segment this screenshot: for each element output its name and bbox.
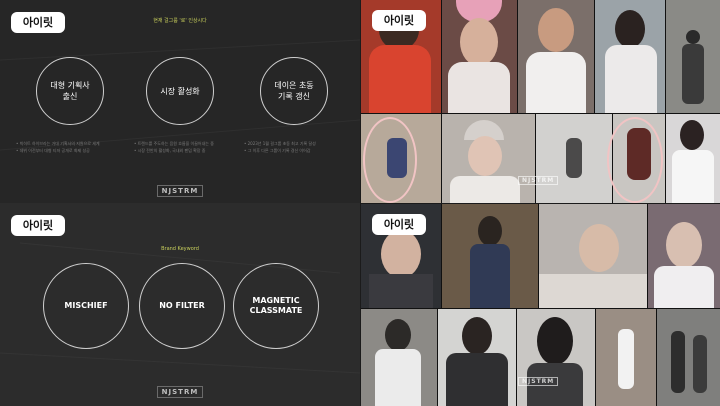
brand-logo: 아이릿 — [11, 215, 65, 236]
photo-jersey-88 — [361, 309, 437, 406]
keyword-mischief: MISCHIEF — [43, 263, 129, 349]
brand-logo: 아이릿 — [372, 10, 426, 31]
photo-portrait-right — [648, 204, 720, 308]
photo-collage-top: 아이릿 NJSTRM — [361, 0, 720, 203]
keyword-magnetic-classmate: MAGNETIC CLASSMATE — [233, 263, 319, 349]
slide-header: 현재 걸그룹 '로' 인상시다 — [153, 18, 207, 24]
notes-record: • 2023년 1월 걸그룹 초동 최고 기록 달성 • 그 이후 다른 그룹이 … — [244, 141, 316, 153]
circle-item-record: 데이은 초동 기록 갱신 — [260, 57, 328, 125]
circle-item-market: 시장 활성화 — [146, 57, 214, 125]
notes-market: • 트렌드를 주도하는 음원 흐름을 이끌어내는 중 • 시장 전반의 활성화, … — [134, 141, 214, 153]
watermark: NJSTRM — [518, 377, 559, 386]
photo-mirror-selfie — [442, 204, 538, 308]
watermark: NJSTRM — [0, 379, 360, 398]
highlight-circle-right — [607, 117, 663, 203]
photo-street-group — [657, 309, 720, 406]
slide-intro: 아이릿 현재 걸그룹 '로' 인상시다 대형 기획사 출신 시장 활성화 데이은… — [0, 0, 360, 203]
photo-white-tee — [518, 0, 594, 113]
watermark: NJSTRM — [0, 178, 360, 197]
photo-street-walk — [666, 0, 720, 113]
photo-white-shirt — [666, 114, 720, 203]
photo-blazer — [438, 309, 516, 406]
notes-agency: • 빅히트 하이브라는 거대 기획사의 지원으로 세계 • 데뷔 이전부터 대형 … — [16, 141, 100, 153]
photo-street-white — [596, 309, 656, 406]
photo-jersey — [595, 0, 665, 113]
photo-pink-cap — [442, 0, 517, 113]
keyword-no-filter: NO FILTER — [139, 263, 225, 349]
photo-room-sitting — [536, 114, 612, 203]
highlight-circle-left — [363, 117, 417, 203]
photo-collage-bottom: 아이릿 NJSTRM — [361, 204, 720, 406]
slide-brand-keyword: 아이릿 Brand Keyword MISCHIEF NO FILTER MAG… — [0, 203, 360, 406]
watermark: NJSTRM — [518, 176, 559, 185]
brand-logo: 아이릿 — [372, 214, 426, 235]
photo-dark-hair — [517, 309, 595, 406]
slide-header: Brand Keyword — [161, 246, 199, 252]
photo-grey-cap — [442, 114, 535, 203]
circle-item-agency: 대형 기획사 출신 — [36, 57, 104, 125]
photo-lying-down — [539, 204, 647, 308]
